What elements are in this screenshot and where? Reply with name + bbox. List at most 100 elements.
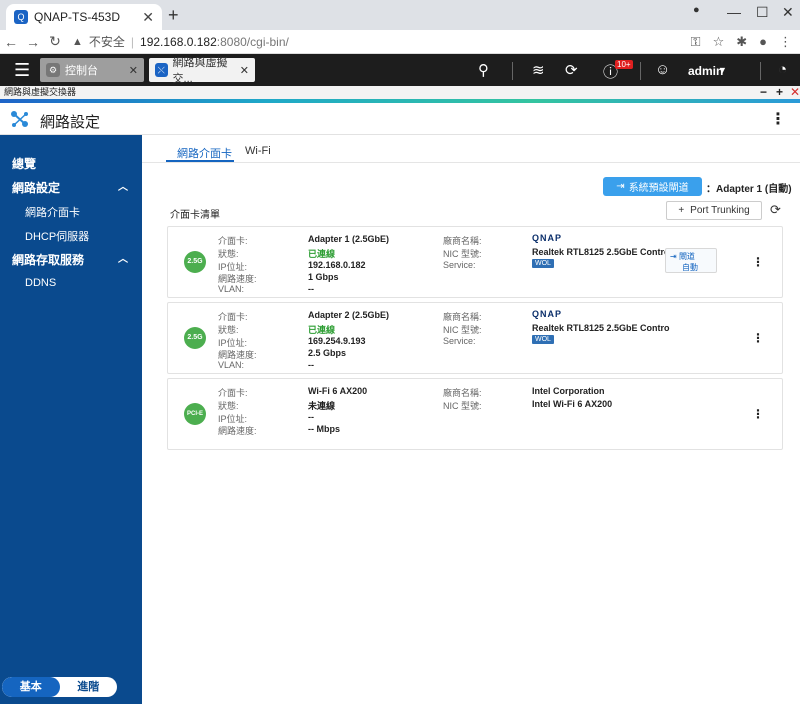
tab-network-adapters[interactable]: 網路介面卡 [177, 145, 232, 161]
wifi-pcie-icon: PCI-E [184, 403, 206, 425]
sidebar-item-ddns[interactable]: DDNS [25, 277, 56, 289]
new-tab-button[interactable]: + [168, 5, 179, 26]
security-warning-text: 不安全 [88, 35, 125, 49]
status-value: 已連線 [308, 249, 336, 259]
adapter-label: 介面卡: [218, 236, 248, 246]
star-icon[interactable]: ☆ [713, 34, 725, 50]
status-value: 已連線 [308, 325, 336, 335]
nic-model-value: Realtek RTL8125 2.5GbE Contro [532, 323, 670, 333]
wol-badge: WOL [532, 335, 554, 344]
nic-model-label: NIC 型號: [443, 325, 482, 335]
window-minimize-icon[interactable]: − [760, 86, 767, 99]
adapter-label: 介面卡: [218, 388, 248, 398]
browser-tab-title: QNAP-TS-453D [34, 10, 121, 24]
browser-menu-icon[interactable]: ⋮ [779, 34, 792, 50]
url-host: 192.168.0.182 [140, 34, 217, 49]
window-close-icon[interactable]: ✕ [790, 86, 800, 99]
close-icon[interactable]: ✕ [129, 64, 138, 77]
minimize-icon[interactable]: — [727, 4, 741, 20]
ip-value: 192.168.0.182 [308, 260, 366, 270]
mode-advanced-button[interactable]: 進階 [60, 677, 118, 697]
url-separator: | [130, 34, 135, 49]
more-options-icon[interactable]: ⋮ [752, 255, 764, 269]
network-settings-logo-icon [11, 111, 28, 127]
browser-tab-strip: Q QNAP-TS-453D ✕ + ● — ☐ ✕ [0, 0, 800, 30]
default-gateway-value: ：Adapter 1 (自動) [706, 184, 792, 195]
ip-value: -- [308, 412, 314, 422]
window-maximize-icon[interactable]: + [776, 86, 783, 99]
divider [760, 62, 761, 80]
vendor-value: Intel Corporation [532, 386, 605, 396]
profile-dropdown-icon[interactable]: ● [693, 4, 700, 16]
address-bar: ← → ↻ ▲ 不安全 | 192.168.0.182:8080/cgi-bin… [0, 30, 800, 54]
vlan-value: -- [308, 360, 314, 370]
port-trunking-label: Port Trunking [690, 205, 750, 216]
adapter-card: 2.5G 介面卡: 狀態: IP位址: 網路速度: VLAN: Adapter … [167, 226, 783, 298]
adapter-list-title: 介面卡清單 [170, 210, 220, 221]
tasks-icon[interactable]: ≋ [532, 61, 545, 79]
sidebar-item-network-access[interactable]: 網路存取服務 ︿ [12, 251, 128, 268]
close-icon[interactable]: ✕ [240, 64, 249, 77]
search-icon[interactable]: ⚲ [478, 61, 489, 79]
sidebar-item-network-settings[interactable]: 網路設定 ︿ [12, 179, 128, 196]
close-icon[interactable]: ✕ [142, 9, 154, 26]
maximize-icon[interactable]: ☐ [756, 4, 769, 21]
mode-basic-button[interactable]: 基本 [2, 677, 60, 697]
key-icon[interactable]: ⚿ [691, 34, 701, 50]
window-close-icon[interactable]: ✕ [782, 4, 794, 21]
profile-avatar-icon[interactable]: ● [759, 34, 767, 50]
speed-label: 網路速度: [218, 426, 257, 436]
adapter-name: Adapter 1 (2.5GbE) [308, 234, 390, 244]
browser-tab[interactable]: Q QNAP-TS-453D ✕ [6, 4, 162, 30]
user-name[interactable]: admin [688, 64, 723, 78]
app-tab-control-panel[interactable]: ⚙ 控制台 ✕ [40, 58, 144, 82]
vendor-logo: QNAP [532, 309, 563, 319]
adapter-name: Adapter 2 (2.5GbE) [308, 310, 390, 320]
ethernet-2-5g-icon: 2.5G [184, 327, 206, 349]
refresh-icon[interactable]: ⟳ [770, 202, 781, 218]
sidebar-item-overview[interactable]: 總覽 [12, 155, 36, 172]
mode-switch: 基本 進階 [2, 677, 117, 697]
url-field[interactable]: ▲ 不安全 | 192.168.0.182:8080/cgi-bin/ [72, 33, 289, 50]
app-header: 網路設定 ⋮ [0, 103, 800, 135]
qnap-favicon-icon: Q [14, 10, 28, 24]
back-icon[interactable]: ← [0, 34, 22, 50]
reload-icon[interactable]: ↻ [44, 33, 66, 50]
tab-divider [142, 162, 800, 163]
adapter-card: PCI-E 介面卡: 狀態: IP位址: 網路速度: Wi-Fi 6 AX200… [167, 378, 783, 450]
nic-model-label: NIC 型號: [443, 401, 482, 411]
sidebar: 總覽 網路設定 ︿ 網路介面卡 DHCP伺服器 網路存取服務 ︿ DDNS 基本 進… [0, 135, 142, 704]
notification-badge: 10+ [615, 60, 633, 69]
app-tab-network[interactable]: ⤬ 網路與虛擬交... ✕ [149, 57, 255, 85]
extensions-icon[interactable]: ✱ [736, 34, 747, 50]
user-icon[interactable]: ☺ [655, 61, 670, 78]
more-options-icon[interactable]: ⋮ [752, 407, 764, 421]
default-gateway-button[interactable]: ⇥ 系統預設閘道 [603, 177, 702, 196]
nic-model-value: Realtek RTL8125 2.5GbE Contro [532, 247, 670, 257]
chevron-up-icon[interactable]: ︿ [118, 250, 128, 265]
window-title-bar: 網路與虛擬交換器 − + ✕ [0, 86, 800, 99]
service-box[interactable]: ⇥ 閘道 自動 [665, 248, 717, 273]
adapter-label: 介面卡: [218, 312, 248, 322]
ip-value: 169.254.9.193 [308, 336, 366, 346]
chevron-up-icon[interactable]: ︿ [118, 178, 128, 193]
vendor-label: 廠商名稱: [443, 236, 482, 246]
window-title: 網路與虛擬交換器 [4, 87, 77, 97]
main-menu-icon[interactable]: ☰ [14, 60, 30, 81]
port-trunking-button[interactable]: + Port Trunking [666, 201, 762, 220]
forward-icon[interactable]: → [22, 34, 44, 50]
speed-value: -- Mbps [308, 424, 340, 434]
tab-wifi[interactable]: Wi-Fi [245, 145, 271, 157]
status-label: 狀態: [218, 401, 239, 411]
sync-icon[interactable]: ⟳ [565, 61, 578, 79]
url-path: :8080/cgi-bin/ [216, 34, 289, 49]
gateway-service: ⇥ 閘道 [670, 252, 695, 261]
vlan-value: -- [308, 284, 314, 294]
sidebar-item-network-adapters[interactable]: 網路介面卡 [25, 204, 80, 220]
dashboard-gauge-icon[interactable]: ◔ [778, 61, 787, 78]
more-options-icon[interactable]: ⋮ [770, 109, 786, 129]
more-options-icon[interactable]: ⋮ [752, 331, 764, 345]
sidebar-item-dhcp-server[interactable]: DHCP伺服器 [25, 228, 89, 244]
network-icon: ⤬ [155, 63, 168, 77]
warning-icon: ▲ [72, 35, 83, 48]
